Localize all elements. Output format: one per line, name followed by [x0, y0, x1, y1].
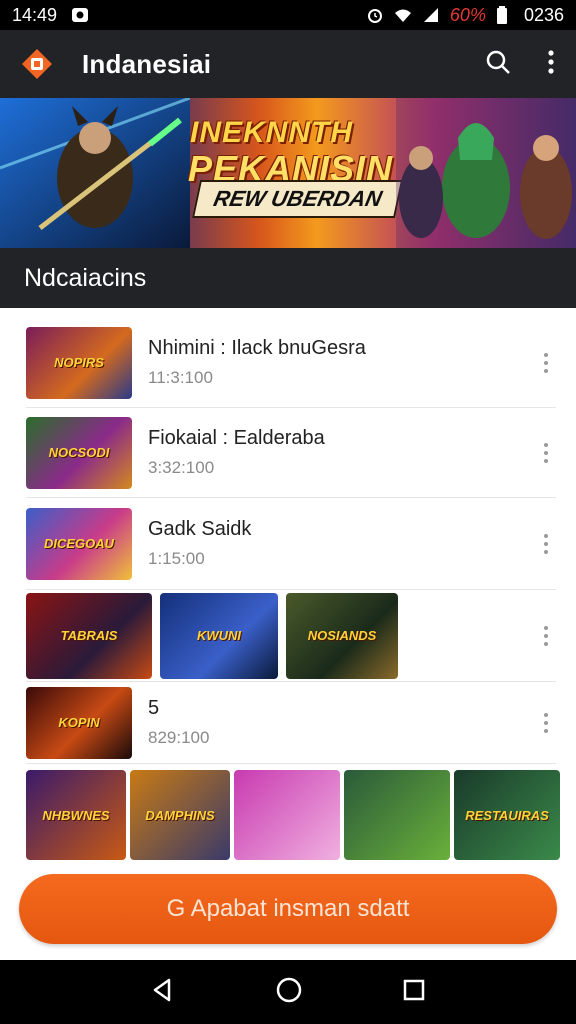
status-time: 14:49	[12, 4, 58, 25]
game-thumbnail[interactable]: NOCSODI	[26, 416, 132, 489]
status-bar: 14:49 60% 0236	[0, 0, 576, 30]
app-logo-icon[interactable]	[20, 47, 54, 81]
more-options-icon[interactable]	[536, 712, 556, 733]
more-options-icon[interactable]	[536, 352, 556, 373]
game-thumbnail[interactable]: KOPIN	[26, 686, 132, 759]
thumbnail-label: DICEGOAU	[43, 536, 115, 551]
list-item[interactable]: TABRAIS KWUNI NOSIANDS	[26, 590, 556, 682]
game-thumbnail[interactable]: NOSIANDS	[286, 592, 398, 679]
recents-icon[interactable]	[402, 978, 426, 1007]
app-title: Indanesiai	[82, 48, 212, 79]
thumbnail-label: DAMPHINS	[145, 807, 215, 823]
thumbnail-label: NOCSODI	[48, 445, 110, 460]
gallery-thumbnail[interactable]: NHBWNES	[26, 770, 126, 860]
list-item-meta: 11:3:100	[148, 368, 213, 387]
search-icon[interactable]	[484, 48, 512, 81]
list-item-title: Gadk Saidk	[148, 518, 252, 540]
more-options-icon[interactable]	[536, 533, 556, 554]
battery-icon	[496, 6, 514, 24]
home-icon[interactable]	[275, 976, 303, 1009]
list-item[interactable]: NOCSODI Fiokaial : Ealderaba 3:32:100	[26, 408, 556, 498]
game-list: NOPIRS Nhimini : Ilack bnuGesra 11:3:100…	[0, 308, 576, 860]
section-header: Ndcaiacins	[0, 248, 576, 308]
list-item-title: 5	[148, 697, 160, 719]
promo-banner[interactable]: INEKNNTH PEKANISIN REW UBERDAN	[0, 98, 576, 248]
thumbnail-label: NHBWNES	[42, 807, 110, 823]
banner-subtitle: REW UBERDAN	[191, 180, 404, 218]
hero-left-illustration	[0, 98, 190, 248]
list-item-meta: 3:32:100	[148, 458, 215, 477]
list-item[interactable]: KOPIN 5 829:100	[26, 682, 556, 764]
gallery-thumbnail[interactable]	[234, 770, 340, 860]
list-item[interactable]: NOPIRS Nhimini : Ilack bnuGesra 11:3:100	[26, 318, 556, 408]
wifi-icon	[394, 6, 412, 24]
primary-action-button[interactable]: G Apabat insman sdatt	[19, 874, 557, 944]
battery-percent: 60%	[449, 4, 486, 25]
list-item[interactable]: DICEGOAU Gadk Saidk 1:15:00	[26, 498, 556, 590]
back-icon[interactable]	[150, 977, 176, 1008]
cta-container: G Apabat insman sdatt	[0, 860, 576, 960]
list-item-title: Fiokaial : Ealderaba	[148, 427, 325, 449]
thumbnail-label: KWUNI	[196, 628, 242, 643]
more-options-icon[interactable]	[536, 625, 556, 646]
app-bar: Indanesiai	[0, 30, 576, 98]
signal-icon	[422, 6, 440, 24]
list-item-meta: 1:15:00	[148, 549, 205, 568]
list-item-title: Nhimini : Ilack bnuGesra	[148, 337, 366, 359]
more-vert-icon[interactable]	[546, 48, 556, 81]
thumbnail-label: NOPIRS	[54, 355, 104, 370]
thumbnail-label: TABRAIS	[60, 628, 118, 643]
gallery-thumbnail[interactable]	[344, 770, 450, 860]
thumbnail-label: KOPIN	[58, 715, 100, 730]
section-title: Ndcaiacins	[24, 263, 147, 292]
system-nav-bar	[0, 960, 576, 1024]
game-thumbnail[interactable]: KWUNI	[160, 592, 278, 679]
status-clock-right: 0236	[523, 4, 564, 25]
list-item-meta: 829:100	[148, 728, 210, 747]
thumbnail-label: NOSIANDS	[307, 628, 377, 643]
more-options-icon[interactable]	[536, 442, 556, 463]
gallery-strip: NHBWNES DAMPHINS RESTAUIRAS	[26, 770, 560, 860]
gallery-thumbnail[interactable]: RESTAUIRAS	[454, 770, 560, 860]
gallery-thumbnail[interactable]: DAMPHINS	[130, 770, 230, 860]
notification-icon	[71, 6, 89, 24]
banner-title-line1: INEKNNTH	[190, 116, 353, 149]
game-thumbnail[interactable]: NOPIRS	[26, 326, 132, 399]
game-thumbnail[interactable]: TABRAIS	[26, 592, 152, 679]
game-thumbnail[interactable]: DICEGOAU	[26, 507, 132, 580]
thumbnail-label: RESTAUIRAS	[465, 807, 549, 823]
hero-right-illustration	[396, 98, 576, 248]
alarm-icon	[366, 6, 384, 24]
